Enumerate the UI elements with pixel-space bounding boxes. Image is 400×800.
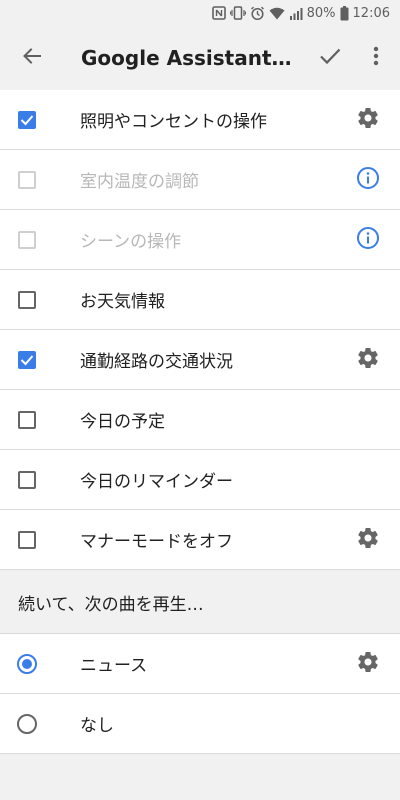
more-vert-icon	[373, 46, 379, 70]
gear-icon	[356, 346, 380, 374]
page-title: Google Assistant…	[81, 46, 292, 70]
checkbox-disabled-icon	[18, 171, 36, 189]
settings-button[interactable]	[354, 106, 382, 134]
settings-button[interactable]	[354, 346, 382, 374]
nfc-icon	[211, 5, 226, 21]
checkbox[interactable]	[16, 289, 38, 311]
battery-icon	[340, 5, 349, 21]
checkbox-checked-icon	[18, 111, 36, 129]
action-label: 通勤経路の交通状況	[80, 352, 233, 372]
radio-unselected-icon	[17, 714, 37, 734]
action-label: 照明やコンセントの操作	[80, 112, 267, 132]
action-label: マナーモードをオフ	[80, 532, 233, 552]
more-options-button[interactable]	[358, 40, 394, 76]
then-section-header: 続いて、次の曲を再生…	[0, 570, 400, 634]
settings-button[interactable]	[354, 650, 382, 678]
back-button[interactable]	[14, 40, 50, 76]
action-label: 室内温度の調節	[80, 172, 199, 192]
checkbox-unchecked-icon	[18, 411, 36, 429]
status-time: 12:06	[352, 5, 390, 21]
checkbox-unchecked-icon	[18, 471, 36, 489]
action-row-lights[interactable]: 照明やコンセントの操作	[0, 90, 400, 150]
action-row-reminders[interactable]: 今日のリマインダー	[0, 450, 400, 510]
signal-icon	[289, 5, 303, 21]
vibrate-icon	[229, 5, 246, 21]
wifi-icon	[269, 5, 285, 21]
checkbox[interactable]	[16, 529, 38, 551]
alarm-icon	[250, 5, 265, 21]
checkbox[interactable]	[16, 109, 38, 131]
info-icon	[356, 166, 380, 194]
settings-button[interactable]	[354, 526, 382, 554]
checkbox-checked-icon	[18, 351, 36, 369]
action-row-today-schedule[interactable]: 今日の予定	[0, 390, 400, 450]
gear-icon	[356, 526, 380, 554]
action-label: 今日のリマインダー	[80, 472, 233, 492]
then-option-news[interactable]: ニュース	[0, 634, 400, 694]
info-icon	[356, 226, 380, 254]
action-row-scenes: シーンの操作	[0, 210, 400, 270]
option-label: ニュース	[80, 656, 148, 676]
checkbox[interactable]	[16, 469, 38, 491]
action-row-commute[interactable]: 通勤経路の交通状況	[0, 330, 400, 390]
checkbox	[16, 169, 38, 191]
settings-list: 照明やコンセントの操作 室内温度の調節 シーンの操作 お天気情報 通勤経路の交通…	[0, 90, 400, 754]
checkbox-disabled-icon	[18, 231, 36, 249]
info-button[interactable]	[354, 226, 382, 254]
status-bar: 80% 12:06	[0, 0, 400, 26]
back-arrow-icon	[22, 46, 42, 70]
radio-selected-icon	[17, 654, 37, 674]
action-row-weather[interactable]: お天気情報	[0, 270, 400, 330]
checkbox-unchecked-icon	[18, 291, 36, 309]
then-option-none[interactable]: なし	[0, 694, 400, 754]
gear-icon	[356, 106, 380, 134]
app-bar: Google Assistant…	[0, 26, 400, 90]
checkbox	[16, 229, 38, 251]
battery-percent: 80%	[306, 5, 336, 21]
check-icon	[319, 47, 341, 69]
radio-button[interactable]	[16, 713, 38, 735]
action-row-temperature: 室内温度の調節	[0, 150, 400, 210]
action-row-silent-off[interactable]: マナーモードをオフ	[0, 510, 400, 570]
checkbox-unchecked-icon	[18, 531, 36, 549]
info-button[interactable]	[354, 166, 382, 194]
action-label: 今日の予定	[80, 412, 165, 432]
checkbox[interactable]	[16, 409, 38, 431]
action-label: お天気情報	[80, 292, 165, 312]
checkbox[interactable]	[16, 349, 38, 371]
section-title: 続いて、次の曲を再生…	[18, 595, 204, 615]
bottom-spacer	[0, 755, 400, 800]
gear-icon	[356, 650, 380, 678]
confirm-button[interactable]	[312, 40, 348, 76]
option-label: なし	[80, 716, 114, 736]
action-label: シーンの操作	[80, 232, 182, 252]
radio-button[interactable]	[16, 653, 38, 675]
